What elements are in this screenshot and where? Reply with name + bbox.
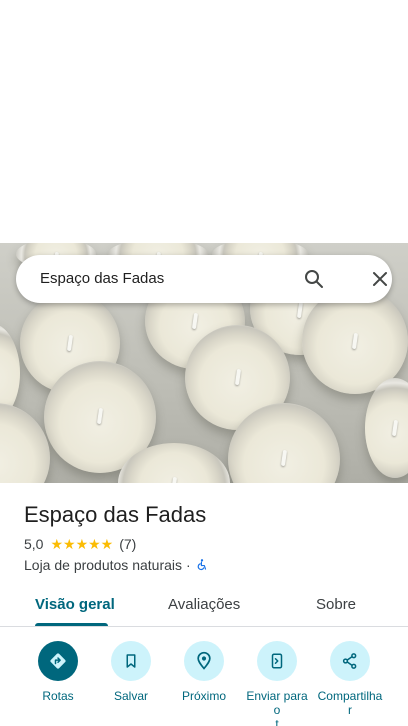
nearby-button[interactable]: Próximo (164, 641, 244, 703)
search-bar[interactable]: Espaço das Fadas (16, 255, 392, 303)
directions-label: Rotas (42, 689, 74, 703)
send-to-phone-label: Enviar para o t (246, 689, 308, 726)
place-title: Espaço das Fadas (24, 502, 207, 527)
nearby-icon (184, 641, 224, 681)
save-button[interactable]: Salvar (91, 641, 171, 703)
separator-dot: · (186, 557, 191, 573)
share-button[interactable]: Compartilha r (310, 641, 390, 717)
rating-value: 5,0 (24, 536, 44, 552)
share-label: Compartilha r (317, 689, 383, 717)
active-tab-indicator (35, 623, 108, 626)
tab-overview[interactable]: Visão geral (35, 596, 115, 613)
share-icon (330, 641, 370, 681)
search-icon[interactable] (302, 267, 326, 291)
tab-about[interactable]: Sobre (316, 596, 356, 613)
place-tabs: Visão geral Avaliações Sobre (0, 585, 408, 627)
candle-image (365, 378, 408, 478)
send-to-phone-button[interactable]: Enviar para o t (237, 641, 317, 726)
rating-row[interactable]: 5,0 ★★★★★ (7) (24, 536, 136, 552)
directions-button[interactable]: Rotas (18, 641, 98, 703)
nearby-label: Próximo (181, 689, 226, 703)
review-count[interactable]: (7) (119, 536, 136, 552)
category-row: Loja de produtos naturais · (24, 557, 209, 573)
tab-reviews[interactable]: Avaliações (168, 596, 240, 613)
send-to-phone-icon (257, 641, 297, 681)
candle-image (0, 403, 50, 483)
save-label: Salvar (113, 689, 148, 703)
search-input[interactable]: Espaço das Fadas (40, 270, 164, 287)
directions-icon (38, 641, 78, 681)
close-icon[interactable] (368, 267, 392, 291)
rating-stars: ★★★★★ (50, 536, 114, 552)
blank-area (0, 0, 408, 243)
wheelchair-accessible-icon (197, 559, 206, 571)
bookmark-icon (111, 641, 151, 681)
place-category: Loja de produtos naturais (24, 557, 182, 573)
